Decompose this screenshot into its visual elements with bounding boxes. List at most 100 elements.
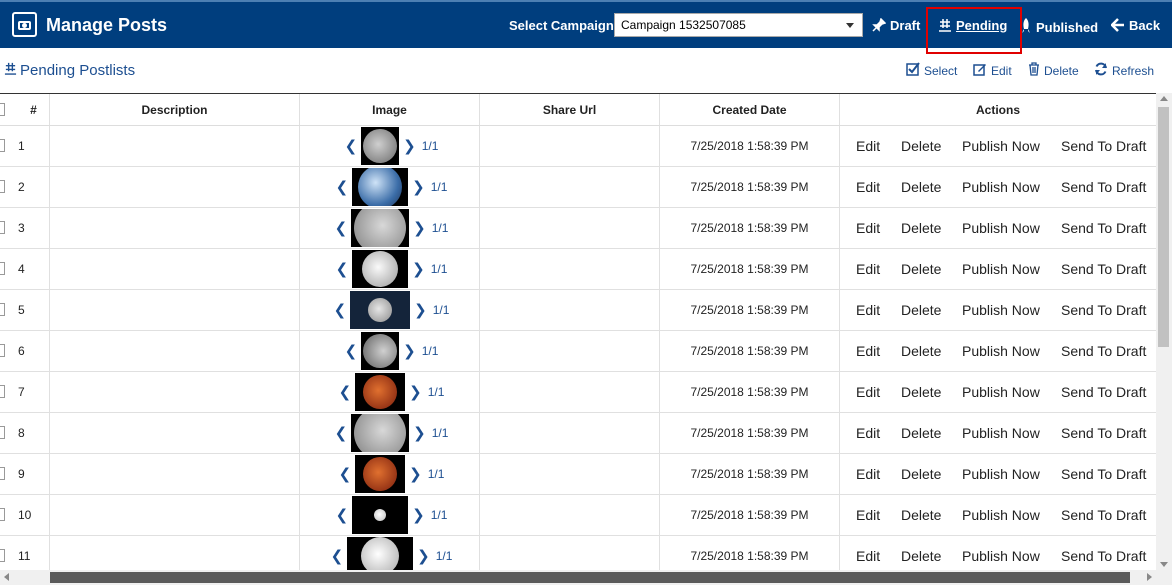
horizontal-scrollbar[interactable] [0,570,1172,585]
row-send-to-draft-link[interactable]: Send To Draft [1061,261,1146,277]
refresh-tool-button[interactable]: Refresh [1094,62,1154,79]
post-image-thumbnail[interactable] [361,332,400,370]
chevron-right-icon[interactable]: ❯ [403,137,416,155]
chevron-right-icon[interactable]: ❯ [412,260,425,278]
scrollbar-thumb[interactable] [50,572,1130,583]
row-publish-now-link[interactable]: Publish Now [962,466,1040,482]
row-publish-now-link[interactable]: Publish Now [962,138,1040,154]
post-image-thumbnail[interactable] [361,127,400,165]
row-send-to-draft-link[interactable]: Send To Draft [1061,384,1146,400]
vertical-scrollbar[interactable] [1156,93,1172,570]
row-publish-now-link[interactable]: Publish Now [962,261,1040,277]
row-delete-link[interactable]: Delete [901,261,941,277]
post-image-thumbnail[interactable] [352,250,409,288]
post-image-thumbnail[interactable] [347,537,414,570]
row-publish-now-link[interactable]: Publish Now [962,220,1040,236]
row-edit-link[interactable]: Edit [856,343,880,359]
row-delete-link[interactable]: Delete [901,507,941,523]
chevron-left-icon[interactable]: ❮ [336,506,349,524]
row-delete-link[interactable]: Delete [901,384,941,400]
row-publish-now-link[interactable]: Publish Now [962,302,1040,318]
chevron-right-icon[interactable]: ❯ [413,424,426,442]
row-edit-link[interactable]: Edit [856,425,880,441]
row-edit-link[interactable]: Edit [856,179,880,195]
row-checkbox[interactable] [0,344,5,357]
scroll-right-icon[interactable] [1147,573,1152,581]
row-edit-link[interactable]: Edit [856,384,880,400]
row-send-to-draft-link[interactable]: Send To Draft [1061,179,1146,195]
row-send-to-draft-link[interactable]: Send To Draft [1061,425,1146,441]
edit-tool-button[interactable]: Edit [973,62,1012,79]
row-publish-now-link[interactable]: Publish Now [962,425,1040,441]
chevron-right-icon[interactable]: ❯ [403,342,416,360]
chevron-right-icon[interactable]: ❯ [413,219,426,237]
row-publish-now-link[interactable]: Publish Now [962,179,1040,195]
select-all-checkbox[interactable] [0,103,5,116]
chevron-right-icon[interactable]: ❯ [414,301,427,319]
row-edit-link[interactable]: Edit [856,220,880,236]
row-delete-link[interactable]: Delete [901,548,941,564]
chevron-left-icon[interactable]: ❮ [345,342,358,360]
chevron-right-icon[interactable]: ❯ [409,465,422,483]
scroll-left-icon[interactable] [4,573,9,581]
chevron-left-icon[interactable]: ❮ [339,465,352,483]
chevron-right-icon[interactable]: ❯ [409,383,422,401]
scrollbar-thumb[interactable] [1158,107,1169,347]
row-edit-link[interactable]: Edit [856,261,880,277]
chevron-right-icon[interactable]: ❯ [412,178,425,196]
row-send-to-draft-link[interactable]: Send To Draft [1061,138,1146,154]
row-delete-link[interactable]: Delete [901,466,941,482]
row-checkbox[interactable] [0,467,5,480]
row-checkbox[interactable] [0,139,5,152]
row-checkbox[interactable] [0,385,5,398]
chevron-right-icon[interactable]: ❯ [412,506,425,524]
row-edit-link[interactable]: Edit [856,548,880,564]
row-checkbox[interactable] [0,221,5,234]
nav-draft[interactable]: Draft [872,17,920,35]
chevron-left-icon[interactable]: ❮ [331,547,344,565]
post-image-thumbnail[interactable] [352,168,409,206]
row-send-to-draft-link[interactable]: Send To Draft [1061,220,1146,236]
row-delete-link[interactable]: Delete [901,138,941,154]
post-image-thumbnail[interactable] [351,209,410,247]
row-send-to-draft-link[interactable]: Send To Draft [1061,548,1146,564]
post-image-thumbnail[interactable] [355,455,406,493]
nav-back[interactable]: Back [1110,18,1160,35]
row-publish-now-link[interactable]: Publish Now [962,548,1040,564]
post-image-thumbnail[interactable] [352,496,409,534]
row-edit-link[interactable]: Edit [856,507,880,523]
chevron-left-icon[interactable]: ❮ [339,383,352,401]
row-send-to-draft-link[interactable]: Send To Draft [1061,507,1146,523]
chevron-left-icon[interactable]: ❮ [336,260,349,278]
row-edit-link[interactable]: Edit [856,302,880,318]
chevron-left-icon[interactable]: ❮ [334,301,347,319]
row-publish-now-link[interactable]: Publish Now [962,343,1040,359]
row-delete-link[interactable]: Delete [901,220,941,236]
row-edit-link[interactable]: Edit [856,138,880,154]
row-edit-link[interactable]: Edit [856,466,880,482]
scroll-down-icon[interactable] [1160,562,1168,567]
row-checkbox[interactable] [0,549,5,562]
row-publish-now-link[interactable]: Publish Now [962,507,1040,523]
row-send-to-draft-link[interactable]: Send To Draft [1061,302,1146,318]
row-checkbox[interactable] [0,262,5,275]
row-send-to-draft-link[interactable]: Send To Draft [1061,466,1146,482]
row-checkbox[interactable] [0,508,5,521]
scroll-up-icon[interactable] [1160,96,1168,101]
row-publish-now-link[interactable]: Publish Now [962,384,1040,400]
row-delete-link[interactable]: Delete [901,179,941,195]
chevron-left-icon[interactable]: ❮ [335,219,348,237]
nav-published[interactable]: Published [1020,18,1098,37]
delete-tool-button[interactable]: Delete [1028,62,1079,79]
row-delete-link[interactable]: Delete [901,425,941,441]
row-checkbox[interactable] [0,426,5,439]
row-checkbox[interactable] [0,303,5,316]
row-delete-link[interactable]: Delete [901,302,941,318]
chevron-left-icon[interactable]: ❮ [335,424,348,442]
post-image-thumbnail[interactable] [355,373,406,411]
campaign-select[interactable]: Campaign 1532507085 [614,13,863,37]
post-image-thumbnail[interactable] [350,291,411,329]
chevron-right-icon[interactable]: ❯ [417,547,430,565]
row-delete-link[interactable]: Delete [901,343,941,359]
row-send-to-draft-link[interactable]: Send To Draft [1061,343,1146,359]
